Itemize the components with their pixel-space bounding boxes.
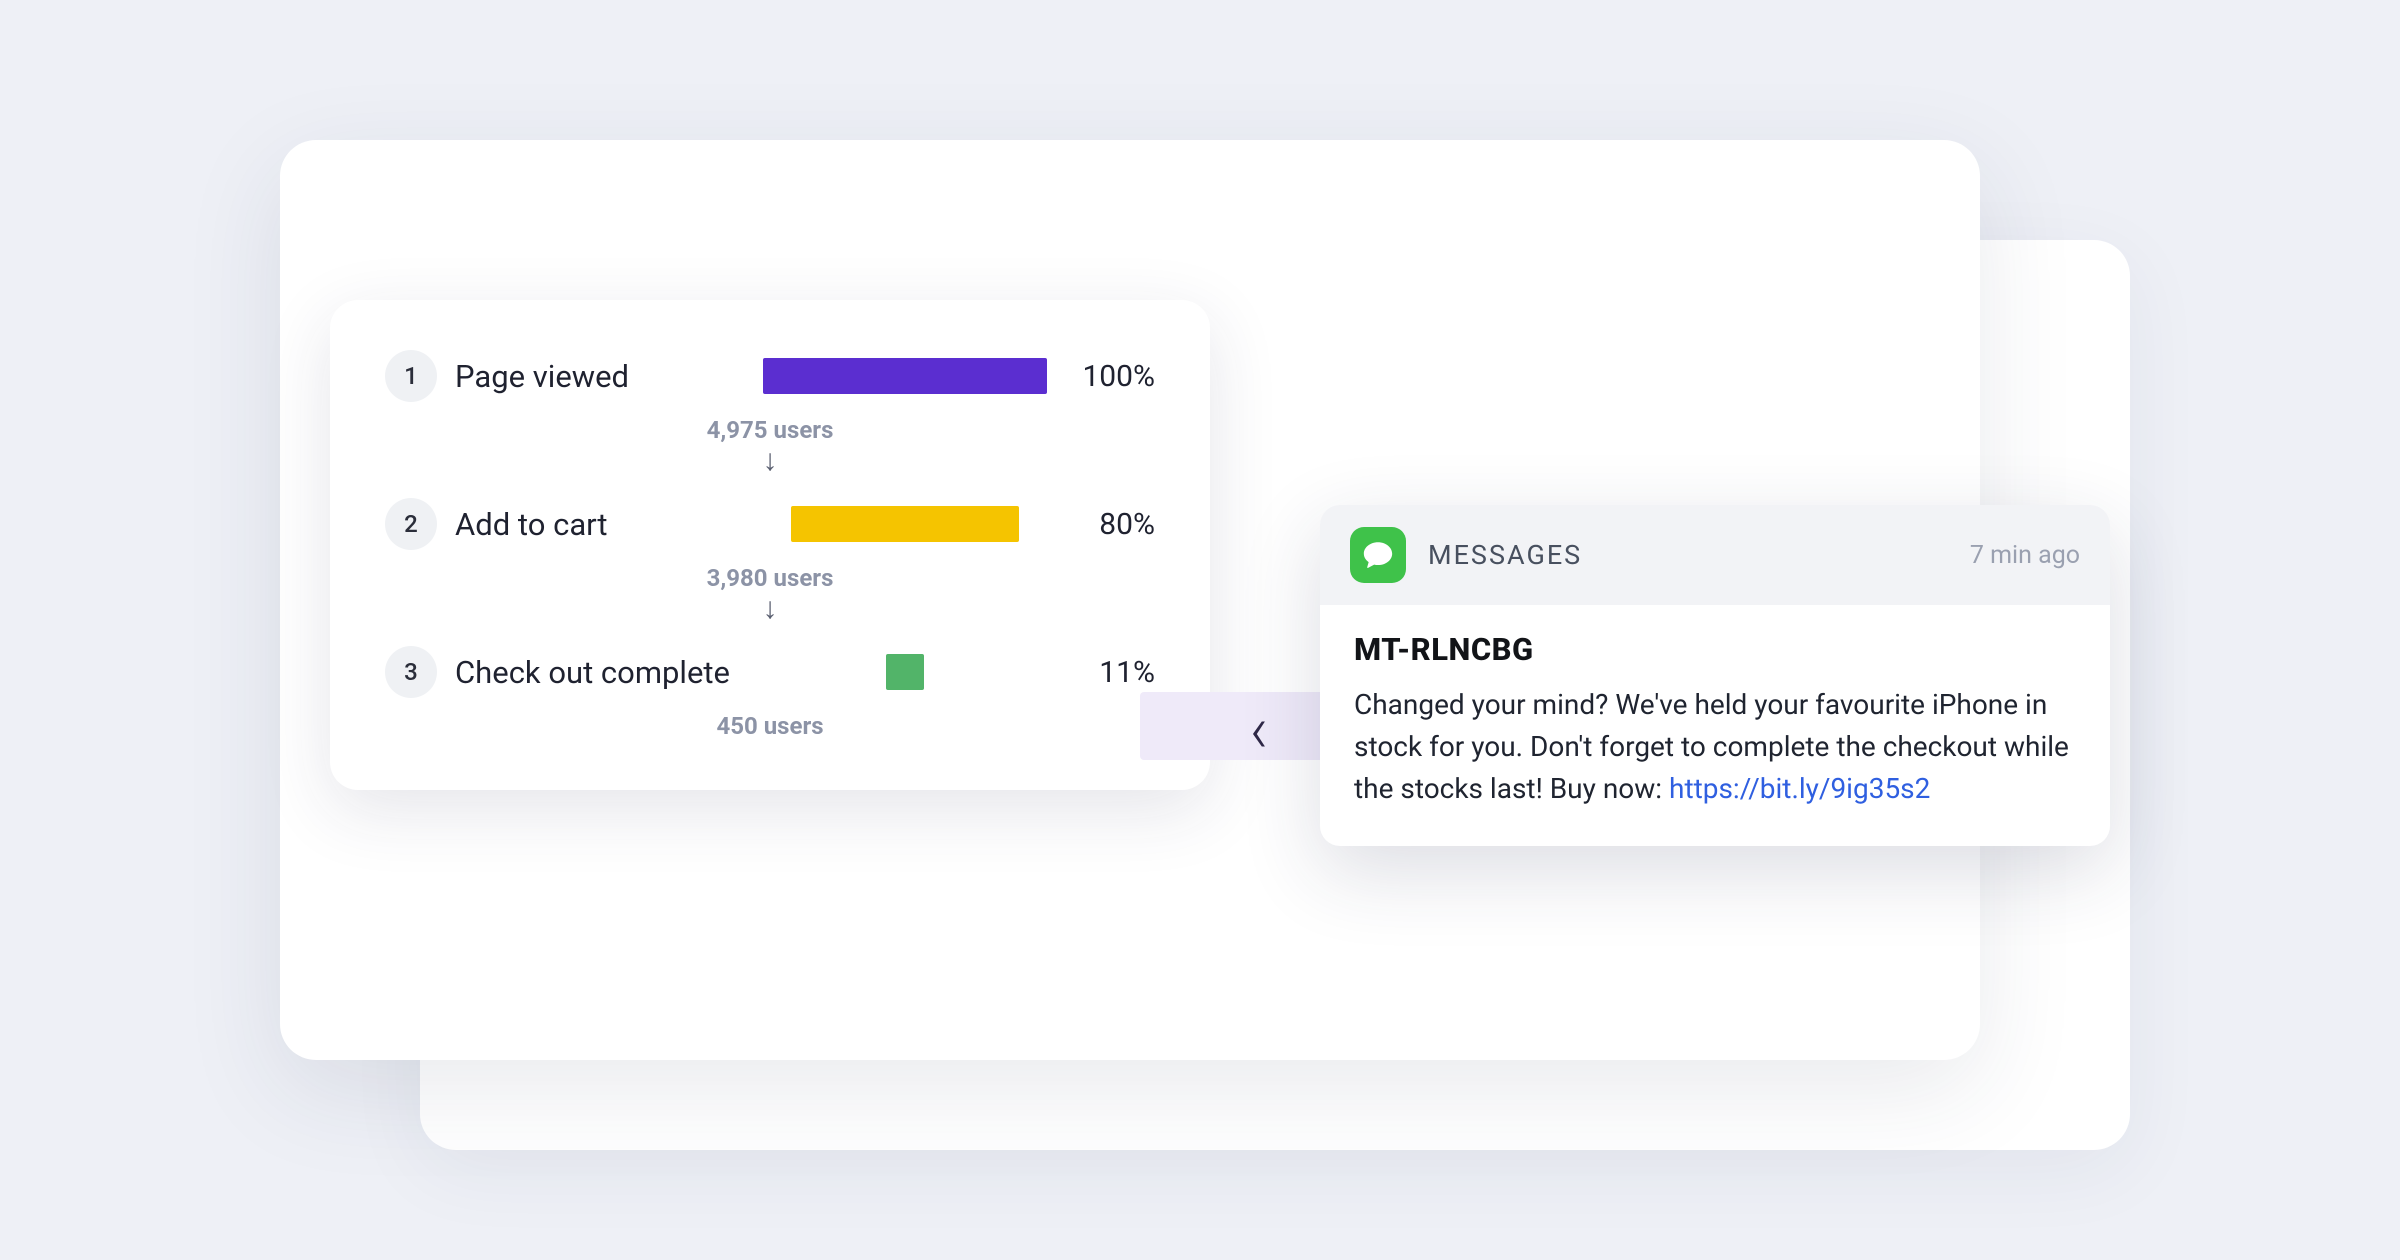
step-number-badge: 1 bbox=[385, 350, 437, 402]
step-percent: 80% bbox=[1065, 507, 1155, 542]
step-percent: 11% bbox=[1065, 655, 1155, 690]
funnel-panel: 1 Page viewed 100% 4,975 users ↓ 2 Add t… bbox=[330, 300, 1210, 790]
notification-body: MT-RLNCBG Changed your mind? We've held … bbox=[1320, 605, 2110, 846]
step-percent: 100% bbox=[1065, 359, 1155, 394]
bar-track bbox=[763, 654, 1047, 690]
funnel-step: 2 Add to cart 80% bbox=[385, 498, 1155, 550]
step-users: 3,980 users bbox=[385, 564, 1155, 592]
funnel-step: 3 Check out complete 11% bbox=[385, 646, 1155, 698]
notification-header: MESSAGES 7 min ago bbox=[1320, 505, 2110, 605]
bar-fill bbox=[791, 506, 1018, 542]
step-label: Add to cart bbox=[455, 506, 745, 543]
notification-timestamp: 7 min ago bbox=[1970, 541, 2080, 570]
arrow-down-icon: ↓ bbox=[385, 594, 1155, 624]
notification-link[interactable]: https://bit.ly/9ig35s2 bbox=[1669, 772, 1930, 805]
notification-app-name: MESSAGES bbox=[1428, 539, 1582, 571]
step-number-badge: 2 bbox=[385, 498, 437, 550]
bar-fill bbox=[763, 358, 1047, 394]
bar-fill bbox=[886, 654, 924, 690]
step-users: 450 users bbox=[385, 712, 1155, 740]
bar-track bbox=[763, 358, 1047, 394]
step-number-badge: 3 bbox=[385, 646, 437, 698]
step-label: Page viewed bbox=[455, 358, 745, 395]
funnel-step: 1 Page viewed 100% bbox=[385, 350, 1155, 402]
arrow-down-icon: ↓ bbox=[385, 446, 1155, 476]
bar-track bbox=[763, 506, 1047, 542]
messages-app-icon bbox=[1350, 527, 1406, 583]
step-label: Check out complete bbox=[455, 654, 745, 691]
notification-card[interactable]: MESSAGES 7 min ago MT-RLNCBG Changed you… bbox=[1320, 505, 2110, 846]
notification-title: MT-RLNCBG bbox=[1354, 631, 2076, 668]
step-users: 4,975 users bbox=[385, 416, 1155, 444]
notification-text: Changed your mind? We've held your favou… bbox=[1354, 684, 2076, 810]
